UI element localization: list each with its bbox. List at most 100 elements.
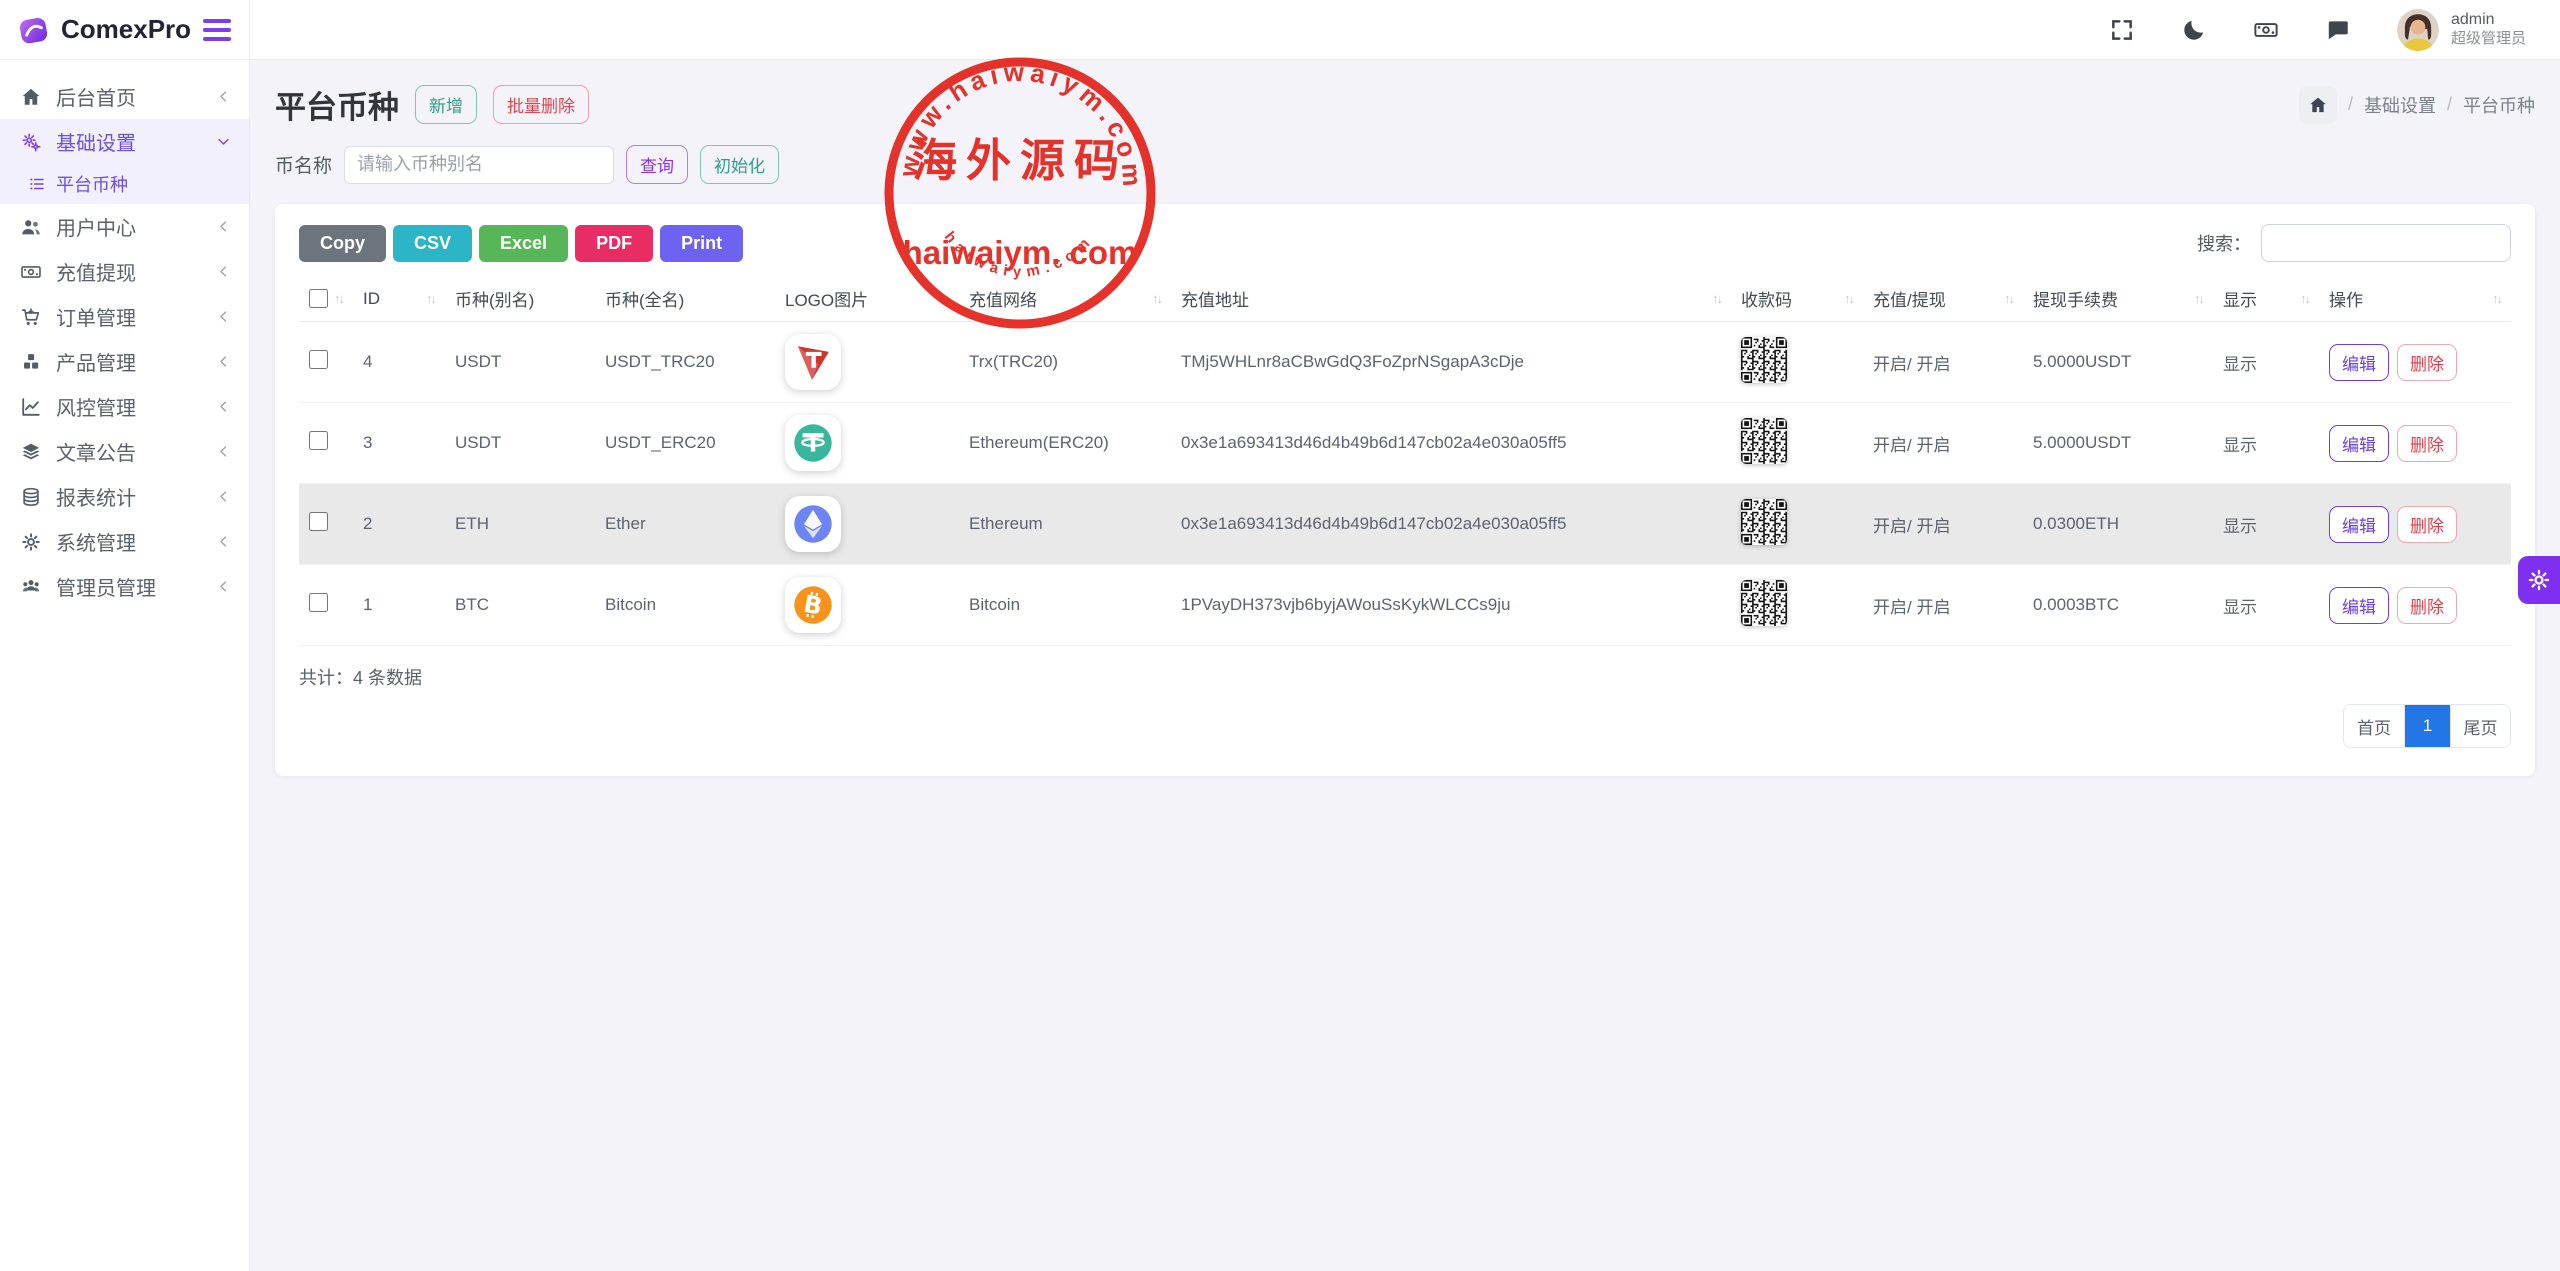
hamburger-menu-icon[interactable] bbox=[203, 19, 231, 41]
column-label: 充值网络 bbox=[969, 286, 1037, 311]
column-label: 提现手续费 bbox=[2033, 286, 2118, 311]
chevron-icon bbox=[216, 534, 231, 549]
sidebar-item-product-management[interactable]: 产品管理 bbox=[0, 339, 249, 384]
cell-display: 显示 bbox=[2213, 565, 2319, 646]
gear-icon bbox=[2526, 567, 2552, 593]
gears-icon bbox=[20, 131, 42, 153]
column-header-display[interactable]: 显示↑↓ bbox=[2213, 276, 2319, 322]
column-header-qrcode[interactable]: 收款码↑↓ bbox=[1731, 276, 1863, 322]
chevron-icon bbox=[216, 89, 231, 104]
sidebar-item-label: 用户中心 bbox=[56, 212, 202, 241]
add-button[interactable]: 新增 bbox=[415, 85, 477, 124]
breadcrumb-home-icon[interactable] bbox=[2299, 86, 2337, 124]
query-button[interactable]: 查询 bbox=[626, 145, 688, 184]
users-icon bbox=[20, 216, 42, 238]
sidebar-item-label: 基础设置 bbox=[56, 127, 202, 156]
column-header-deposit-withdraw[interactable]: 充值/提现↑↓ bbox=[1863, 276, 2023, 322]
edit-button[interactable]: 编辑 bbox=[2329, 506, 2389, 543]
user-menu[interactable]: admin 超级管理员 bbox=[2397, 9, 2526, 51]
sidebar-item-platform-coins[interactable]: 平台币种 bbox=[0, 164, 249, 204]
brand[interactable]: ComexPro bbox=[16, 12, 191, 48]
column-header-address[interactable]: 充值地址↑↓ bbox=[1171, 276, 1731, 322]
qr-code-image bbox=[1741, 580, 1787, 626]
sort-icon: ↑↓ bbox=[426, 291, 435, 306]
batch-delete-button[interactable]: 批量删除 bbox=[493, 85, 589, 124]
sidebar-item-risk-management[interactable]: 风控管理 bbox=[0, 384, 249, 429]
cell-actions: 编辑删除 bbox=[2319, 484, 2511, 565]
sidebar-item-order-management[interactable]: 订单管理 bbox=[0, 294, 249, 339]
column-header-id[interactable]: ID↑↓ bbox=[353, 276, 445, 322]
chevron-icon bbox=[216, 354, 231, 369]
cell-address: 0x3e1a693413d46d4b49b6d147cb02a4e030a05f… bbox=[1171, 484, 1731, 565]
sidebar-item-system[interactable]: 系统管理 bbox=[0, 519, 249, 564]
cell-actions: 编辑删除 bbox=[2319, 322, 2511, 403]
export-pdf-button[interactable]: PDF bbox=[575, 225, 653, 262]
cell-fullname: Ether bbox=[595, 484, 775, 565]
title-row: 平台币种 新增 批量删除 / 基础设置 / 平台币种 bbox=[275, 82, 2535, 127]
cell-network: Bitcoin bbox=[959, 565, 1171, 646]
layers-icon bbox=[20, 441, 42, 463]
export-csv-button[interactable]: CSV bbox=[393, 225, 472, 262]
avatar[interactable] bbox=[2397, 9, 2439, 51]
chevron-icon bbox=[216, 219, 231, 234]
sidebar-item-label: 文章公告 bbox=[56, 437, 202, 466]
column-header-network[interactable]: 充值网络↑↓ bbox=[959, 276, 1171, 322]
edit-button[interactable]: 编辑 bbox=[2329, 587, 2389, 624]
wallet-icon[interactable] bbox=[2253, 17, 2279, 43]
column-header-select[interactable]: ↑↓ bbox=[299, 276, 353, 322]
floating-settings-button[interactable] bbox=[2518, 556, 2560, 604]
column-label: LOGO图片 bbox=[785, 286, 868, 311]
delete-button[interactable]: 删除 bbox=[2397, 344, 2457, 381]
row-checkbox[interactable] bbox=[309, 431, 328, 450]
sidebar-item-admins[interactable]: 管理员管理 bbox=[0, 564, 249, 609]
sidebar-item-label: 风控管理 bbox=[56, 392, 202, 421]
table-card: CopyCSVExcelPDFPrint 搜索： bbox=[275, 204, 2535, 776]
column-header-actions[interactable]: 操作↑↓ bbox=[2319, 276, 2511, 322]
delete-button[interactable]: 删除 bbox=[2397, 425, 2457, 462]
sidebar-item-basic-settings[interactable]: 基础设置 bbox=[0, 119, 249, 164]
pagination-first[interactable]: 首页 bbox=[2344, 705, 2404, 747]
sidebar-item-label: 订单管理 bbox=[56, 302, 202, 331]
column-header-alias: 币种(别名) bbox=[445, 276, 595, 322]
sort-icon: ↑↓ bbox=[2300, 291, 2309, 306]
cart-icon bbox=[20, 306, 42, 328]
reset-button[interactable]: 初始化 bbox=[700, 145, 779, 184]
row-checkbox[interactable] bbox=[309, 350, 328, 369]
cell-deposit-withdraw: 开启/ 开启 bbox=[1863, 484, 2023, 565]
edit-button[interactable]: 编辑 bbox=[2329, 344, 2389, 381]
cell-network: Ethereum(ERC20) bbox=[959, 403, 1171, 484]
row-checkbox[interactable] bbox=[309, 593, 328, 612]
export-copy-button[interactable]: Copy bbox=[299, 225, 386, 262]
coin-name-input[interactable] bbox=[344, 146, 614, 184]
brand-logo-icon bbox=[16, 12, 52, 48]
chat-icon[interactable] bbox=[2325, 17, 2351, 43]
sidebar-item-label: 管理员管理 bbox=[56, 572, 202, 601]
export-excel-button[interactable]: Excel bbox=[479, 225, 568, 262]
sidebar-item-reports[interactable]: 报表统计 bbox=[0, 474, 249, 519]
sidebar-item-user-center[interactable]: 用户中心 bbox=[0, 204, 249, 249]
table-search-input[interactable] bbox=[2261, 224, 2511, 262]
delete-button[interactable]: 删除 bbox=[2397, 506, 2457, 543]
dark-mode-moon-icon[interactable] bbox=[2181, 17, 2207, 43]
export-print-button[interactable]: Print bbox=[660, 225, 743, 262]
sidebar-item-dashboard[interactable]: 后台首页 bbox=[0, 74, 249, 119]
breadcrumb-item[interactable]: 基础设置 bbox=[2364, 92, 2436, 118]
sidebar-item-articles[interactable]: 文章公告 bbox=[0, 429, 249, 474]
user-role: 超级管理员 bbox=[2451, 30, 2526, 49]
fullscreen-icon[interactable] bbox=[2109, 17, 2135, 43]
cell-qrcode bbox=[1731, 484, 1863, 565]
chevron-icon bbox=[216, 399, 231, 414]
select-all-checkbox[interactable] bbox=[309, 289, 328, 308]
edit-button[interactable]: 编辑 bbox=[2329, 425, 2389, 462]
pagination-last[interactable]: 尾页 bbox=[2450, 705, 2510, 747]
pagination-page-1[interactable]: 1 bbox=[2404, 705, 2450, 747]
delete-button[interactable]: 删除 bbox=[2397, 587, 2457, 624]
sidebar-item-label: 报表统计 bbox=[56, 482, 202, 511]
row-select-cell bbox=[299, 484, 353, 565]
column-header-fee[interactable]: 提现手续费↑↓ bbox=[2023, 276, 2213, 322]
cell-actions: 编辑删除 bbox=[2319, 403, 2511, 484]
column-header-logo[interactable]: LOGO图片↑↓ bbox=[775, 276, 959, 322]
cell-address: TMj5WHLnr8aCBwGdQ3FoZprNSgapA3cDje bbox=[1171, 322, 1731, 403]
sidebar-item-deposit-withdraw[interactable]: 充值提现 bbox=[0, 249, 249, 294]
row-checkbox[interactable] bbox=[309, 512, 328, 531]
